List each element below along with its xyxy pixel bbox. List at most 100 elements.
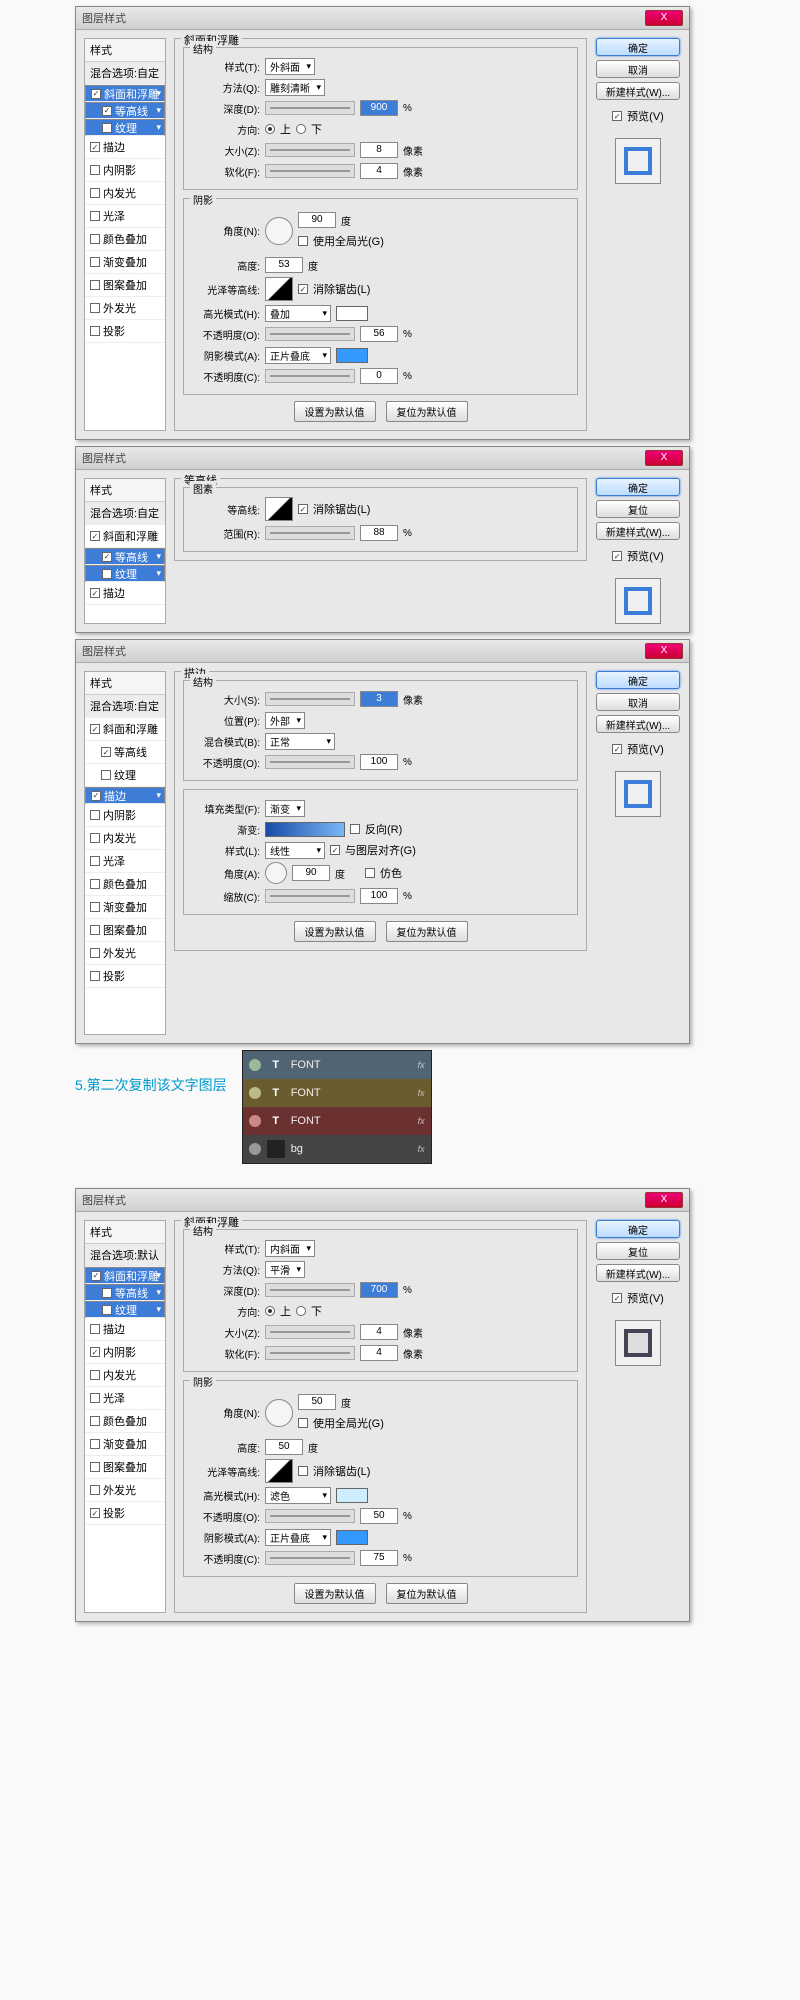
size-input[interactable]: 4 <box>360 1324 398 1340</box>
technique-select[interactable]: 雕刻清晰 <box>265 79 325 96</box>
style-bevel[interactable]: 斜面和浮雕 <box>85 1267 165 1284</box>
visibility-icon[interactable] <box>249 1087 261 1099</box>
highlight-color[interactable] <box>336 1488 368 1503</box>
style-bevel[interactable]: 斜面和浮雕 <box>85 525 165 548</box>
highlight-opacity-input[interactable]: 50 <box>360 1508 398 1524</box>
size-slider[interactable] <box>265 1325 355 1339</box>
gloss-contour[interactable] <box>265 277 293 301</box>
shadow-mode-select[interactable]: 正片叠底 <box>265 1529 331 1546</box>
shadow-opacity-input[interactable]: 75 <box>360 1550 398 1566</box>
highlight-mode-select[interactable]: 叠加 <box>265 305 331 322</box>
style-bevel[interactable]: 斜面和浮雕 <box>85 85 165 102</box>
checkbox[interactable] <box>90 326 100 336</box>
altitude-input[interactable]: 50 <box>265 1439 303 1455</box>
visibility-icon[interactable] <box>249 1059 261 1071</box>
ok-button[interactable]: 确定 <box>596 38 680 56</box>
range-input[interactable]: 88 <box>360 525 398 541</box>
align-checkbox[interactable] <box>330 845 340 855</box>
checkbox[interactable] <box>90 142 100 152</box>
dir-up-radio[interactable] <box>265 124 275 134</box>
gloss-contour[interactable] <box>265 1459 293 1483</box>
new-style-button[interactable]: 新建样式(W)... <box>596 715 680 733</box>
depth-slider[interactable] <box>265 1283 355 1297</box>
visibility-icon[interactable] <box>249 1143 261 1155</box>
style-texture-sub[interactable]: 纹理 <box>85 119 165 136</box>
shadow-opacity-input[interactable]: 0 <box>360 368 398 384</box>
opacity-input[interactable]: 100 <box>360 754 398 770</box>
antialias-checkbox[interactable] <box>298 284 308 294</box>
checkbox[interactable] <box>90 234 100 244</box>
style-contour-sub[interactable]: 等高线 <box>85 102 165 119</box>
reset-button[interactable]: 复位 <box>596 1242 680 1260</box>
style-innershadow[interactable]: 内阴影 <box>85 159 165 182</box>
reset-default-button[interactable]: 复位为默认值 <box>386 1583 468 1604</box>
depth-input[interactable]: 700 <box>360 1282 398 1298</box>
scale-input[interactable]: 100 <box>360 888 398 904</box>
gradient-picker[interactable] <box>265 822 345 837</box>
technique-select[interactable]: 平滑 <box>265 1261 305 1278</box>
reset-default-button[interactable]: 复位为默认值 <box>386 921 468 942</box>
reset-default-button[interactable]: 复位为默认值 <box>386 401 468 422</box>
size-slider[interactable] <box>265 692 355 706</box>
style-satin[interactable]: 光泽 <box>85 205 165 228</box>
style-stroke[interactable]: 描边 <box>85 136 165 159</box>
altitude-input[interactable]: 53 <box>265 257 303 273</box>
dither-checkbox[interactable] <box>365 868 375 878</box>
highlight-opacity-slider[interactable] <box>265 1509 355 1523</box>
new-style-button[interactable]: 新建样式(W)... <box>596 1264 680 1282</box>
soften-slider[interactable] <box>265 1346 355 1360</box>
shadow-opacity-slider[interactable] <box>265 369 355 383</box>
style-gradientoverlay[interactable]: 渐变叠加 <box>85 251 165 274</box>
style-patternoverlay[interactable]: 图案叠加 <box>85 274 165 297</box>
gradient-style-select[interactable]: 线性 <box>265 842 325 859</box>
style-dropshadow[interactable]: 投影 <box>85 320 165 343</box>
highlight-opacity-slider[interactable] <box>265 327 355 341</box>
ok-button[interactable]: 确定 <box>596 478 680 496</box>
checkbox[interactable] <box>90 188 100 198</box>
checkbox[interactable] <box>90 165 100 175</box>
style-bevel[interactable]: 斜面和浮雕 <box>85 718 165 741</box>
shadow-opacity-slider[interactable] <box>265 1551 355 1565</box>
depth-input[interactable]: 900 <box>360 100 398 116</box>
angle-input[interactable]: 50 <box>298 1394 336 1410</box>
style-select[interactable]: 内斜面 <box>265 1240 315 1257</box>
scale-slider[interactable] <box>265 889 355 903</box>
size-input[interactable]: 3 <box>360 691 398 707</box>
shadow-mode-select[interactable]: 正片叠底 <box>265 347 331 364</box>
style-texture-sub[interactable]: 纹理 <box>85 565 165 582</box>
checkbox[interactable] <box>102 106 112 116</box>
soften-input[interactable]: 4 <box>360 163 398 179</box>
highlight-mode-select[interactable]: 滤色 <box>265 1487 331 1504</box>
style-select[interactable]: 外斜面 <box>265 58 315 75</box>
ok-button[interactable]: 确定 <box>596 671 680 689</box>
style-stroke[interactable]: 描边 <box>85 787 165 804</box>
checkbox[interactable] <box>90 303 100 313</box>
global-light-checkbox[interactable] <box>298 1418 308 1428</box>
size-slider[interactable] <box>265 143 355 157</box>
checkbox[interactable] <box>90 257 100 267</box>
preview-checkbox[interactable] <box>612 111 622 121</box>
layer-row[interactable]: TFONTfx <box>243 1051 431 1079</box>
shadow-color[interactable] <box>336 1530 368 1545</box>
set-default-button[interactable]: 设置为默认值 <box>294 401 376 422</box>
angle-input[interactable]: 90 <box>298 212 336 228</box>
checkbox[interactable] <box>90 280 100 290</box>
soften-slider[interactable] <box>265 164 355 178</box>
layer-row[interactable]: TFONTfx <box>243 1079 431 1107</box>
antialias-checkbox[interactable] <box>298 504 308 514</box>
size-input[interactable]: 8 <box>360 142 398 158</box>
titlebar[interactable]: 图层样式X <box>76 1189 689 1212</box>
close-icon[interactable]: X <box>645 450 683 466</box>
layer-row[interactable]: TFONTfx <box>243 1107 431 1135</box>
ok-button[interactable]: 确定 <box>596 1220 680 1238</box>
titlebar[interactable]: 图层样式 X <box>76 7 689 30</box>
angle-widget[interactable] <box>265 862 287 884</box>
angle-widget[interactable] <box>265 217 293 245</box>
reverse-checkbox[interactable] <box>350 824 360 834</box>
checkbox[interactable] <box>91 89 101 99</box>
highlight-opacity-input[interactable]: 56 <box>360 326 398 342</box>
visibility-icon[interactable] <box>249 1115 261 1127</box>
cancel-button[interactable]: 取消 <box>596 693 680 711</box>
close-icon[interactable]: X <box>645 10 683 26</box>
new-style-button[interactable]: 新建样式(W)... <box>596 522 680 540</box>
